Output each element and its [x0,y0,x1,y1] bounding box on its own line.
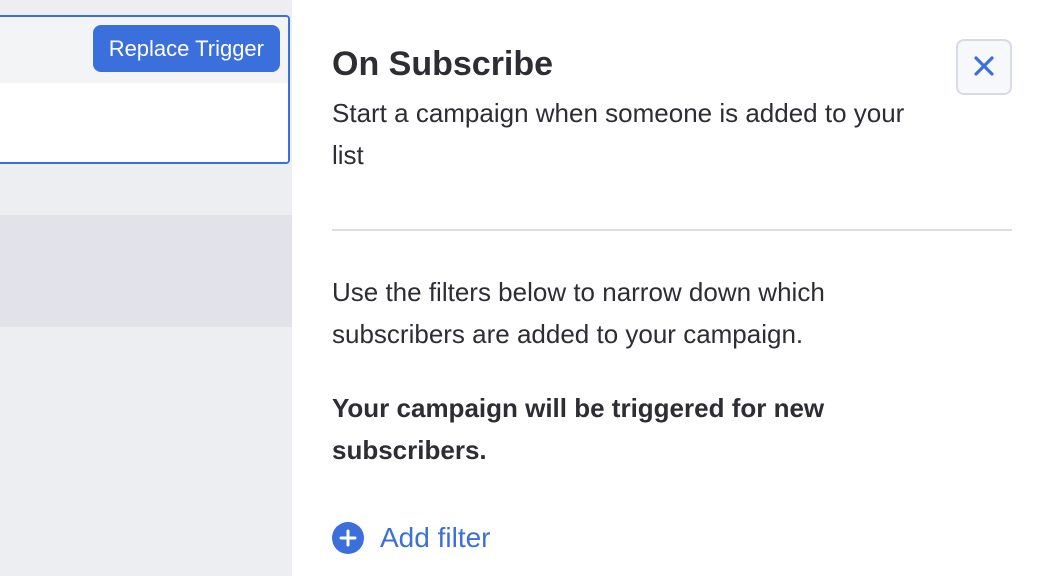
replace-trigger-button[interactable]: Replace Trigger [92,25,280,72]
workflow-step-placeholder[interactable] [0,215,292,327]
filter-description: Use the filters below to narrow down whi… [332,277,825,349]
trigger-card-header: Replace Trigger [0,17,288,83]
close-button[interactable] [956,39,1012,95]
plus-circle-icon [332,522,364,554]
trigger-card[interactable]: Replace Trigger [0,15,290,164]
close-icon [973,55,995,80]
app-root: Replace Trigger On Subscribe Start a cam… [0,0,1046,576]
trigger-card-body [0,83,288,162]
trigger-settings-panel: On Subscribe Start a campaign when someo… [292,0,1046,576]
panel-subtitle: Start a campaign when someone is added t… [332,98,905,170]
trigger-notice: Your campaign will be triggered for new … [332,393,825,465]
add-filter-label: Add filter [380,522,491,553]
panel-title: On Subscribe [332,45,554,83]
add-filter-button[interactable]: Add filter [332,520,491,556]
workflow-canvas: Replace Trigger [0,0,292,576]
divider [332,229,1012,231]
